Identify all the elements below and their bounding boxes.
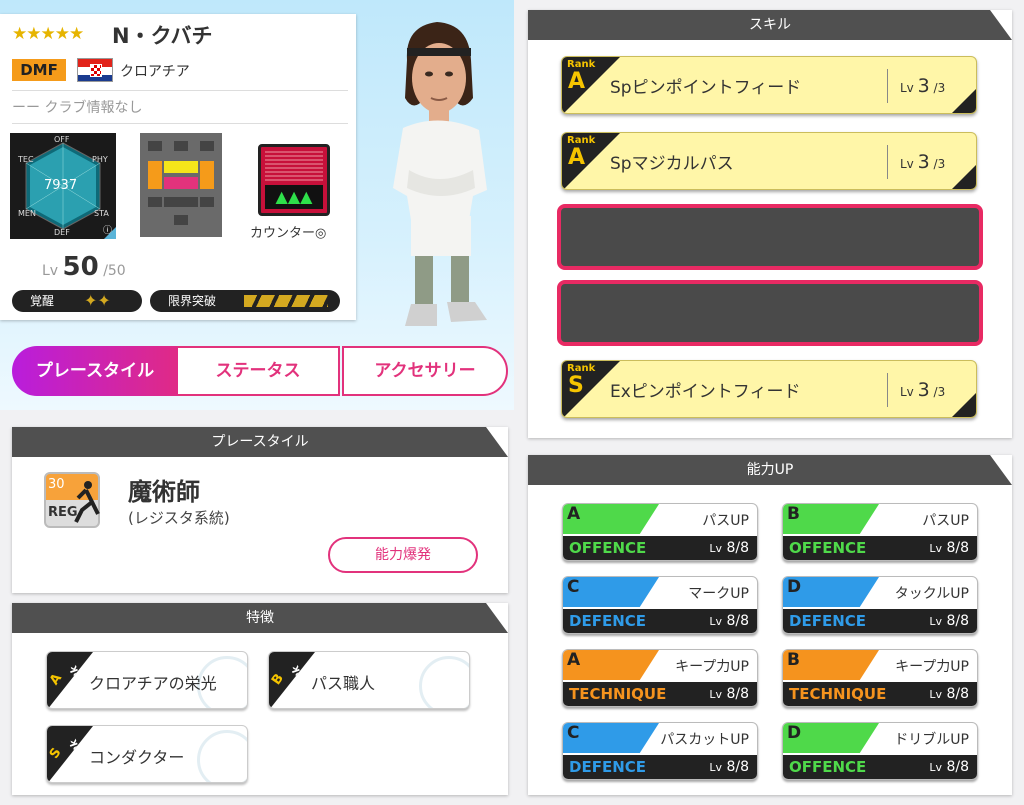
club-info: ーー クラブ情報なし (12, 100, 143, 116)
skills-header: スキル (528, 10, 1012, 40)
ability-grade: A (567, 650, 581, 670)
ability-name: キープ力UP (675, 659, 749, 675)
ability-level: Lv 8/8 (929, 613, 969, 629)
ability-category: TECHNIQUE (789, 685, 887, 703)
trait-item[interactable]: Rank A クロアチアの栄光 (46, 651, 248, 709)
tab-accessory[interactable]: アクセサリー (342, 346, 508, 396)
limit-break-gauge-icon (244, 295, 328, 307)
ability-category: DEFENCE (789, 612, 866, 630)
ability-up-item[interactable]: B キープ力UP TECHNIQUE Lv 8/8 (782, 649, 978, 707)
traits-header: 特徴 (12, 603, 508, 633)
playstyle-header: プレースタイル (12, 427, 508, 457)
soccer-ball-icon (197, 730, 247, 782)
empty-skill-slot[interactable] (557, 280, 983, 346)
divider (12, 123, 348, 124)
ability-grade: B (787, 650, 800, 670)
play-type-icon: ▲▲▲ (258, 144, 330, 216)
ability-grade: D (787, 723, 802, 743)
up-arrows-icon: ▲▲▲ (265, 185, 323, 209)
position-badge: DMF (12, 59, 66, 81)
skill-item[interactable]: Rank S Exピンポイントフィード Lv 3 /3 (561, 360, 977, 418)
ability-grade: C (567, 577, 580, 597)
ability-name: タックルUP (894, 586, 969, 602)
ability-grade: A (567, 504, 581, 524)
ability-up-item[interactable]: D ドリブルUP OFFENCE Lv 8/8 (782, 722, 978, 780)
playstyle-name: 魔術師 (128, 478, 200, 506)
ability-category: OFFENCE (789, 758, 867, 776)
empty-skill-slot[interactable] (557, 204, 983, 270)
ability-up-panel: 能力UP A パスUP OFFENCE Lv 8/8 B パスUP OFFENCE Lv 8/… (528, 455, 1012, 795)
player-level: Lv 50 /50 (42, 252, 126, 282)
soccer-ball-icon (419, 656, 469, 708)
skills-panel: スキル Rank A Spピンポイントフィード Lv 3 /3 Rank A Spマ… (528, 10, 1012, 438)
radar-label-off: OFF (54, 135, 70, 144)
player-name: N・クバチ (112, 24, 213, 48)
ability-up-item[interactable]: D タックルUP DEFENCE Lv 8/8 (782, 576, 978, 634)
info-icon[interactable]: ⓘ (103, 223, 112, 236)
playstyle-subtitle: (レジスタ系統) (128, 509, 230, 527)
country-name: クロアチア (120, 64, 190, 80)
ability-up-item[interactable]: A パスUP OFFENCE Lv 8/8 (562, 503, 758, 561)
ability-level: Lv 8/8 (929, 759, 969, 775)
ability-category: OFFENCE (569, 539, 647, 557)
tab-playstyle[interactable]: プレースタイル (12, 346, 178, 396)
skill-item[interactable]: Rank A Spマジカルパス Lv 3 /3 (561, 132, 977, 190)
radar-label-men: MEN (18, 209, 36, 218)
player-avatar (393, 22, 487, 326)
awaken-badge: 覚醒 ✦✦ (12, 290, 142, 312)
radar-label-phy: PHY (92, 155, 108, 164)
ability-name: パスUP (922, 513, 969, 529)
playstyle-icon: 30 REG (44, 472, 100, 528)
limit-break-badge: 限界突破 (150, 290, 340, 312)
radar-label-sta: STA (94, 209, 109, 218)
play-type-label: カウンター◎ (250, 226, 327, 241)
divider (12, 90, 348, 91)
ability-up-header: 能力UP (528, 455, 1012, 485)
ability-name: ドリブルUP (894, 732, 969, 748)
radar-label-def: DEF (54, 228, 70, 237)
ability-name: マークUP (688, 586, 749, 602)
ability-category: DEFENCE (569, 612, 646, 630)
ability-grade: B (787, 504, 800, 524)
playstyle-panel: プレースタイル 30 REG 魔術師 (レジスタ系統) 能力爆発 (12, 427, 508, 593)
radar-label-tec: TEC (18, 155, 34, 164)
ability-level: Lv 8/8 (709, 540, 749, 556)
stat-radar-chart[interactable]: OFF TEC PHY MEN STA DEF 7937 ⓘ (10, 133, 116, 239)
ability-burst-button[interactable]: 能力爆発 (328, 537, 478, 573)
ability-category: OFFENCE (789, 539, 867, 557)
ability-name: パスカットUP (660, 732, 749, 748)
trait-item[interactable]: Rank B パス職人 (268, 651, 470, 709)
ability-level: Lv 8/8 (929, 540, 969, 556)
ability-name: キープ力UP (895, 659, 969, 675)
ability-category: DEFENCE (569, 758, 646, 776)
tab-status[interactable]: ステータス (178, 346, 340, 396)
croatia-flag-icon (77, 58, 113, 82)
ability-grade: C (567, 723, 580, 743)
ability-up-item[interactable]: C パスカットUP DEFENCE Lv 8/8 (562, 722, 758, 780)
ability-level: Lv 8/8 (929, 686, 969, 702)
ability-up-item[interactable]: A キープ力UP TECHNIQUE Lv 8/8 (562, 649, 758, 707)
ability-level: Lv 8/8 (709, 613, 749, 629)
trait-item[interactable]: Rank S コンダクター (46, 725, 248, 783)
ability-grade: D (787, 577, 802, 597)
overall-rating: 7937 (44, 178, 78, 193)
ability-up-item[interactable]: C マークUP DEFENCE Lv 8/8 (562, 576, 758, 634)
traits-panel: 特徴 Rank A クロアチアの栄光 Rank B パス職人 Rank S コン… (12, 603, 508, 795)
ability-level: Lv 8/8 (709, 686, 749, 702)
ability-up-item[interactable]: B パスUP OFFENCE Lv 8/8 (782, 503, 978, 561)
awaken-star-icon: ✦✦ (84, 291, 111, 310)
ability-category: TECHNIQUE (569, 685, 667, 703)
ability-level: Lv 8/8 (709, 759, 749, 775)
skill-item[interactable]: Rank A Spピンポイントフィード Lv 3 /3 (561, 56, 977, 114)
ability-name: パスUP (702, 513, 749, 529)
rarity-stars: ★★★★★ (12, 24, 84, 44)
formation-position-map (140, 133, 222, 237)
